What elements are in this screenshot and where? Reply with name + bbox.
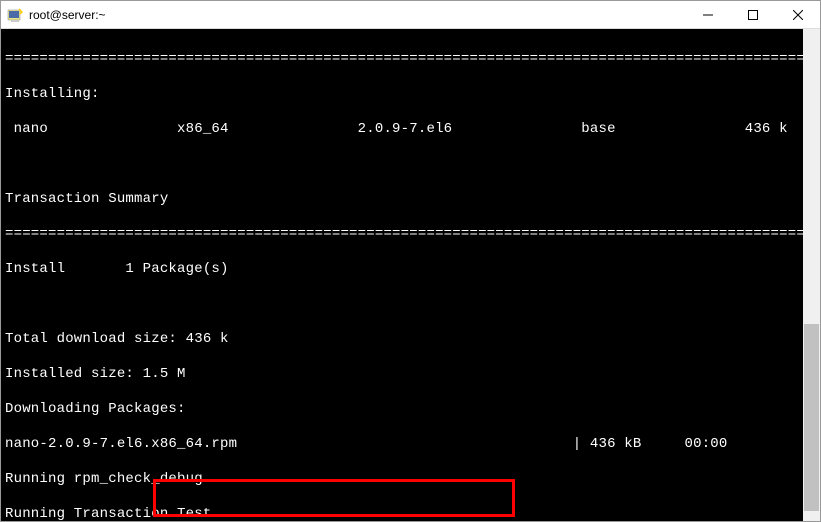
window-title: root@server:~ [29,8,685,22]
putty-icon [7,7,23,23]
terminal-area[interactable]: ========================================… [1,29,820,521]
downloading: Downloading Packages: [5,401,820,419]
divider: ========================================… [5,226,820,244]
trans-test: Running Transaction Test [5,506,820,522]
rpm-line: nano-2.0.9-7.el6.x86_64.rpm | 436 kB 00:… [5,436,820,454]
rpm-check: Running rpm_check_debug [5,471,820,489]
package-row: nano x86_64 2.0.9-7.el6 base 436 k [5,121,820,139]
divider: ========================================… [5,51,820,69]
putty-window: root@server:~ ==========================… [0,0,821,522]
installed-size: Installed size: 1.5 M [5,366,820,384]
install-count: Install 1 Package(s) [5,261,820,279]
transaction-summary: Transaction Summary [5,191,820,209]
installing-header: Installing: [5,86,820,104]
scrollbar[interactable] [803,29,820,521]
titlebar[interactable]: root@server:~ [1,1,820,29]
total-download: Total download size: 436 k [5,331,820,349]
window-controls [685,1,820,29]
scrollbar-thumb[interactable] [804,324,819,511]
maximize-button[interactable] [730,1,775,29]
close-button[interactable] [775,1,820,29]
minimize-button[interactable] [685,1,730,29]
